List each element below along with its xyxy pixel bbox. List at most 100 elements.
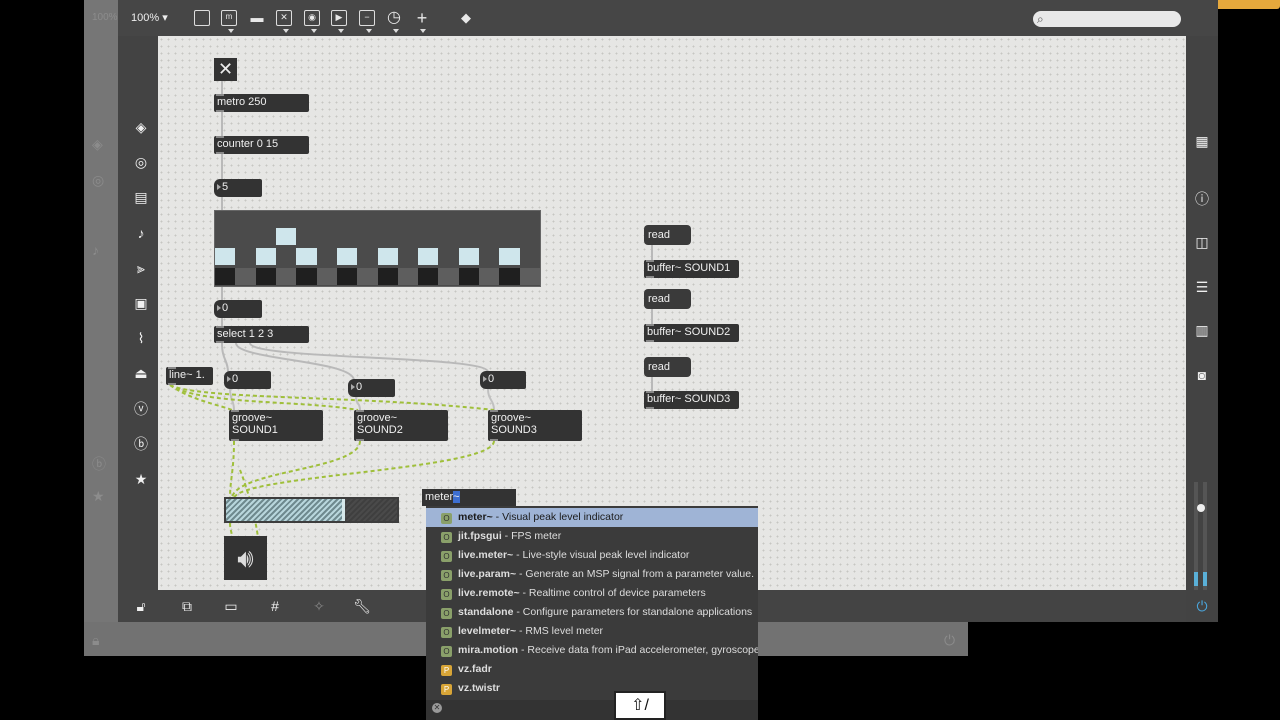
matrix-cell[interactable] (519, 248, 540, 265)
toggle-object[interactable]: ✕ (214, 58, 237, 81)
matrix-cell[interactable] (397, 248, 419, 265)
autocomplete-item[interactable]: Ometer~ - Visual peak level indicator (426, 508, 758, 527)
object-badge-icon: O (441, 589, 452, 600)
object-badge-icon: O (441, 532, 452, 543)
autocomplete-item-name: levelmeter~ (458, 625, 517, 637)
autocomplete-item-description: - Receive data from iPad accelerometer, … (518, 644, 758, 656)
level-meter-fill (226, 499, 342, 521)
matrix-cell[interactable] (255, 248, 276, 265)
matrix-cell[interactable] (438, 268, 459, 285)
matrix-cell[interactable] (296, 248, 317, 265)
speaker-icon[interactable]: 🔊︎ (224, 536, 267, 580)
autocomplete-item[interactable]: Olive.meter~ - Live-style visual peak le… (426, 546, 758, 565)
matrix-cell[interactable] (458, 268, 480, 285)
object-label: groove~ SOUND3 (491, 412, 537, 436)
autocomplete-item-name: live.param~ (458, 568, 517, 580)
object-label: groove~ SOUND2 (357, 412, 403, 436)
matrix-cell[interactable] (235, 248, 256, 265)
autocomplete-item-name: live.remote~ (458, 587, 520, 599)
number-box-2[interactable]: 0 (348, 379, 395, 397)
patcher-badge-icon: P (441, 684, 452, 695)
counter-object[interactable]: counter 0 15 (214, 136, 309, 154)
autocomplete-item[interactable]: Olevelmeter~ - RMS level meter (426, 622, 758, 641)
matrix-cell[interactable] (499, 248, 520, 265)
number-box-3[interactable]: 0 (480, 371, 526, 389)
autocomplete-item-description: - Live-style visual peak level indicator (513, 549, 690, 561)
autocomplete-footer (426, 700, 758, 720)
autocomplete-item-description: - RMS level meter (516, 625, 604, 637)
read-message-1[interactable]: read (644, 225, 691, 245)
number-value: 0 (232, 373, 239, 385)
autocomplete-item[interactable]: Ostandalone - Configure parameters for s… (426, 603, 758, 622)
autocomplete-item-name: meter~ (458, 511, 493, 523)
line-object[interactable]: line~ 1. (166, 367, 213, 385)
matrix-cell[interactable] (499, 268, 520, 285)
level-meter-empty (345, 499, 397, 521)
matrix-cell[interactable] (357, 268, 378, 285)
number-box-1[interactable]: 0 (224, 371, 271, 389)
autocomplete-item[interactable]: Ojit.fpsgui - FPS meter (426, 527, 758, 546)
close-icon[interactable]: ✕ (432, 703, 442, 713)
matrix-cell[interactable] (316, 268, 337, 285)
number-value: 5 (222, 181, 229, 193)
matrix-cell[interactable] (255, 268, 276, 285)
matrix-cell[interactable] (397, 268, 419, 285)
select-object[interactable]: select 1 2 3 (214, 326, 309, 343)
matrix-cell[interactable] (215, 268, 236, 285)
typed-text: meter (425, 491, 454, 503)
object-label: select 1 2 3 (217, 328, 274, 340)
matrix-cell[interactable] (215, 248, 236, 265)
matrix-cell[interactable] (377, 268, 398, 285)
object-label: groove~ SOUND1 (232, 412, 278, 436)
object-label: metro 250 (217, 96, 267, 108)
matrix-cell[interactable] (418, 268, 439, 285)
autocomplete-item[interactable]: Olive.param~ - Generate an MSP signal fr… (426, 565, 758, 584)
matrix-cell[interactable] (275, 248, 297, 265)
number-value: 0 (222, 302, 229, 314)
groove-sound1-object[interactable]: groove~ SOUND1 (229, 410, 323, 441)
autocomplete-item[interactable]: Olive.remote~ - Realtime control of devi… (426, 584, 758, 603)
object-badge-icon: O (441, 570, 452, 581)
read-message-2[interactable]: read (644, 289, 691, 309)
matrix-cell[interactable] (418, 248, 439, 265)
patcher-badge-icon: P (441, 665, 452, 676)
number-box-step[interactable]: 0 (214, 300, 262, 318)
matrix-cell-highlight[interactable] (275, 228, 297, 245)
autocomplete-item[interactable]: Omira.motion - Receive data from iPad ac… (426, 641, 758, 660)
groove-sound3-object[interactable]: groove~ SOUND3 (488, 410, 582, 441)
matrix-cell[interactable] (296, 268, 317, 285)
matrix-cell[interactable] (235, 268, 256, 285)
matrix-cell[interactable] (336, 268, 358, 285)
number-box-counter[interactable]: 5 (214, 179, 262, 197)
matrix-cell[interactable] (519, 268, 540, 285)
buffer-sound3-object[interactable]: buffer~ SOUND3 (644, 391, 739, 409)
matrix-cell[interactable] (336, 248, 358, 265)
selected-text: ~ (453, 491, 460, 503)
matrix-cell[interactable] (357, 248, 378, 265)
matrix-cell[interactable] (479, 268, 500, 285)
groove-sound2-object[interactable]: groove~ SOUND2 (354, 410, 448, 441)
matrix-cell[interactable] (479, 248, 500, 265)
autocomplete-list: Ometer~ - Visual peak level indicator Oji… (426, 506, 758, 720)
object-label: buffer~ SOUND2 (647, 326, 731, 338)
buffer-sound2-object[interactable]: buffer~ SOUND2 (644, 324, 739, 342)
buffer-sound1-object[interactable]: buffer~ SOUND1 (644, 260, 739, 278)
metro-object[interactable]: metro 250 (214, 94, 309, 112)
object-label: counter 0 15 (217, 138, 279, 150)
autocomplete-item-description: - Configure parameters for standalone ap… (513, 606, 753, 618)
object-label: buffer~ SOUND3 (647, 393, 731, 405)
autocomplete-item-name: mira.motion (458, 644, 519, 656)
number-value: 0 (488, 373, 495, 385)
autocomplete-item-description: - Visual peak level indicator (492, 511, 624, 523)
autocomplete-item[interactable]: Pvz.fadr (426, 660, 758, 679)
matrix-cell[interactable] (275, 268, 297, 285)
matrix-cell[interactable] (316, 248, 337, 265)
autocomplete-item-description: - FPS meter (501, 530, 562, 542)
read-message-3[interactable]: read (644, 357, 691, 377)
matrix-cell[interactable] (438, 248, 459, 265)
new-object-input[interactable]: meter~ (422, 489, 516, 506)
matrix-cell[interactable] (377, 248, 398, 265)
matrix-cell[interactable] (458, 248, 480, 265)
step-sequencer-matrix[interactable] (214, 210, 541, 287)
autocomplete-item[interactable]: Pvz.twistr (426, 679, 758, 698)
